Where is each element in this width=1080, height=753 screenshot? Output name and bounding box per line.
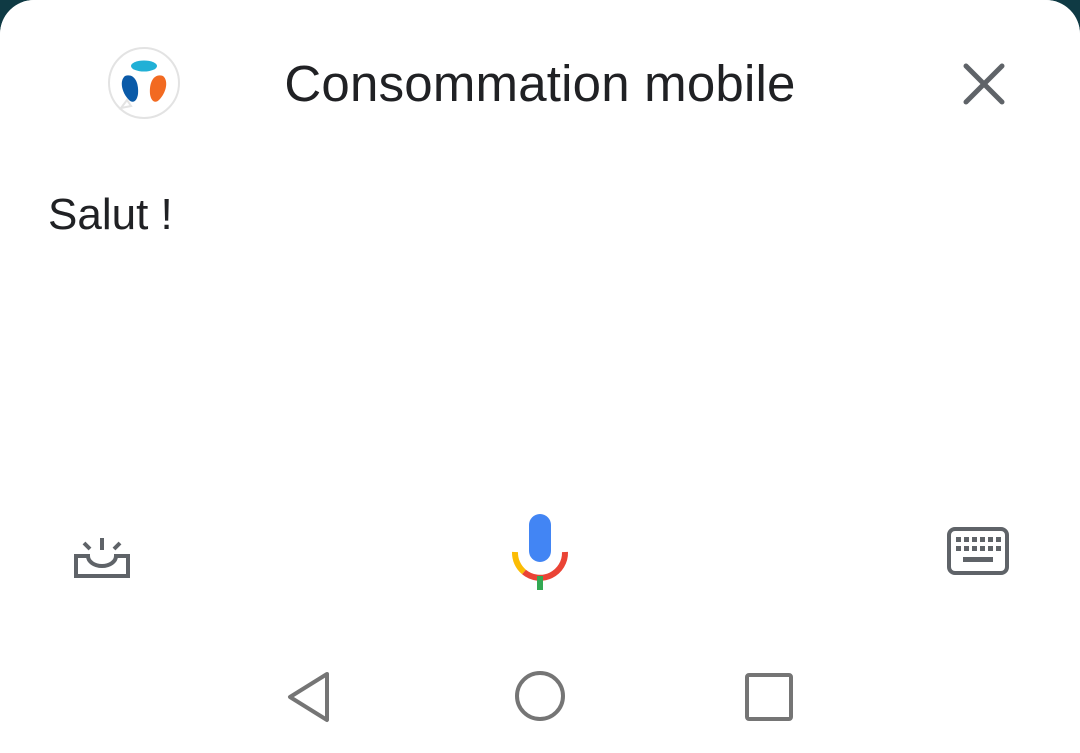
header: Consommation mobile <box>0 0 1080 170</box>
nav-back-button[interactable] <box>284 670 334 724</box>
home-circle-icon <box>515 671 565 721</box>
keyboard-button[interactable] <box>946 526 1010 576</box>
nav-home-button[interactable] <box>512 668 568 724</box>
page-title: Consommation mobile <box>284 55 796 112</box>
inbox-button[interactable] <box>70 518 134 578</box>
back-triangle-icon <box>288 672 329 722</box>
assistant-sheet: Consommation mobile Salut ! <box>0 0 1080 753</box>
inbox-icon <box>74 538 130 578</box>
close-button[interactable] <box>956 56 1012 112</box>
assistant-message: Salut ! <box>48 190 173 239</box>
microphone-button[interactable] <box>508 512 572 592</box>
system-navbar <box>0 650 1080 753</box>
assistant-panel: Consommation mobile Salut ! <box>0 0 1080 753</box>
keyboard-icon <box>947 527 1009 575</box>
microphone-icon <box>512 514 569 590</box>
recents-square-icon <box>745 673 793 721</box>
close-icon <box>963 63 1005 105</box>
assistant-controls <box>0 500 1080 600</box>
nav-recents-button[interactable] <box>742 670 796 724</box>
